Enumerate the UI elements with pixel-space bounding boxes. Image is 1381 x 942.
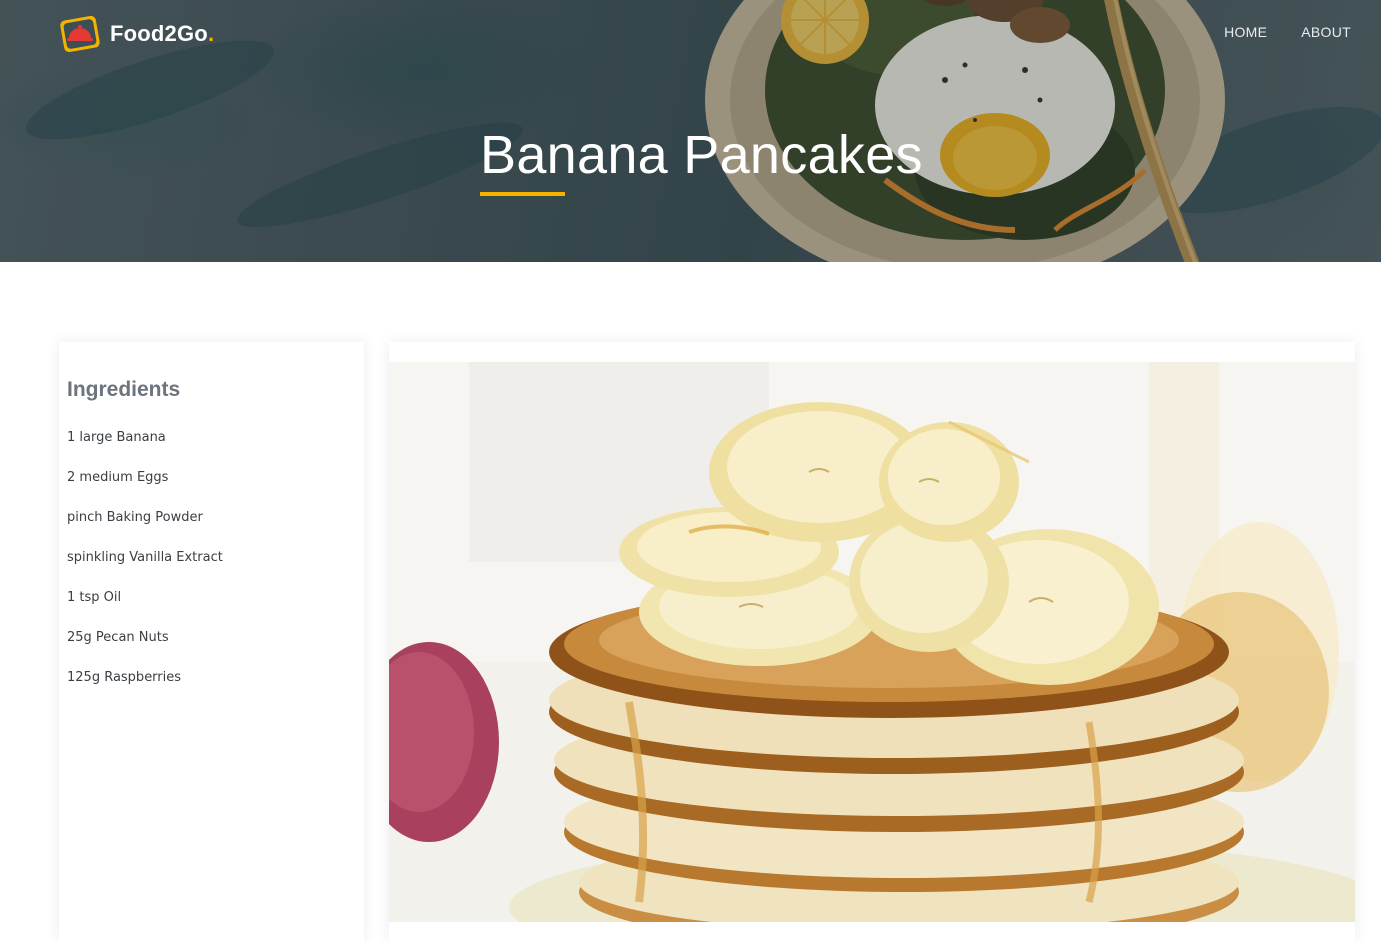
food-cloche-icon — [60, 15, 100, 53]
ingredient-item: pinch Baking Powder — [67, 510, 203, 525]
ingredient-item: 25g Pecan Nuts — [67, 630, 169, 645]
ingredient-item: 1 tsp Oil — [67, 590, 122, 605]
brand-dot: . — [207, 21, 215, 46]
title-underline — [480, 192, 565, 196]
recipe-photo — [389, 362, 1355, 922]
ingredient-item: 125g Raspberries — [67, 670, 182, 685]
nav-home-link[interactable]: HOME — [1224, 24, 1267, 40]
brand-name: Food2Go — [110, 21, 208, 46]
ingredients-list: 1 large Banana 2 medium Eggs pinch Bakin… — [67, 430, 356, 710]
nav-about-link[interactable]: ABOUT — [1301, 24, 1351, 40]
main-nav: HOME ABOUT — [1224, 24, 1351, 40]
banana-pancakes-image — [389, 362, 1355, 922]
recipe-photo-card — [389, 342, 1355, 942]
ingredient-item: 2 medium Eggs — [67, 470, 169, 485]
page-title: Banana Pancakes — [480, 125, 923, 185]
ingredient-item: spinkling Vanilla Extract — [67, 550, 223, 565]
brand-logo-link[interactable]: Food2Go. — [58, 14, 214, 54]
ingredients-card: Ingredients 1 large Banana 2 medium Eggs… — [59, 342, 364, 942]
ingredient-item: 1 large Banana — [67, 430, 166, 445]
hero-banner: Food2Go. HOME ABOUT Banana Pancakes — [0, 0, 1381, 262]
ingredients-heading: Ingredients — [67, 378, 181, 401]
